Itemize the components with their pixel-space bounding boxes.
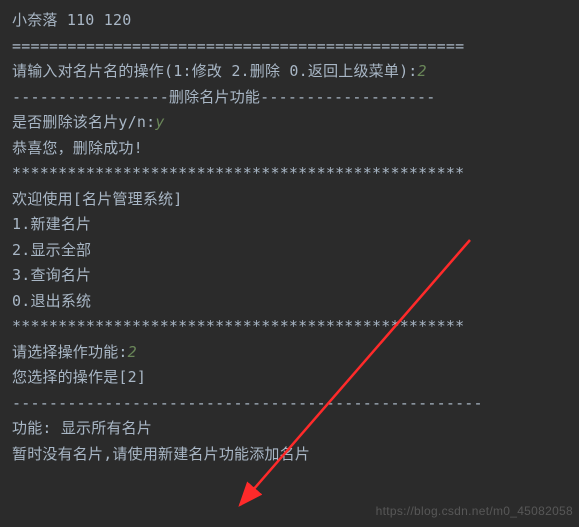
- choose-input[interactable]: 2: [128, 343, 137, 361]
- your-choice: 您选择的操作是[2]: [12, 365, 567, 391]
- menu-item-0: 0.退出系统: [12, 289, 567, 315]
- no-card-message: 暂时没有名片,请使用新建名片功能添加名片: [12, 442, 567, 468]
- operation-prompt-line: 请输入对名片名的操作(1:修改 2.删除 0.返回上级菜单):2: [12, 59, 567, 85]
- operation-prompt: 请输入对名片名的操作(1:修改 2.删除 0.返回上级菜单):: [12, 62, 418, 80]
- card-num2: 120: [104, 11, 132, 29]
- operation-input[interactable]: 2: [418, 62, 427, 80]
- card-info-line: 小奈落 110 120: [12, 8, 567, 34]
- watermark-text: https://blog.csdn.net/m0_45082058: [376, 501, 573, 521]
- choose-prompt: 请选择操作功能:: [12, 343, 128, 361]
- menu-item-1: 1.新建名片: [12, 212, 567, 238]
- menu-item-2: 2.显示全部: [12, 238, 567, 264]
- delete-success: 恭喜您，删除成功!: [12, 136, 567, 162]
- confirm-delete-prompt: 是否删除该名片y/n:: [12, 113, 155, 131]
- separator-dash: ----------------------------------------…: [12, 391, 567, 417]
- delete-header: -----------------删除名片功能-----------------…: [12, 85, 567, 111]
- confirm-delete-line: 是否删除该名片y/n:y: [12, 110, 567, 136]
- menu-item-3: 3.查询名片: [12, 263, 567, 289]
- separator-star-2: ****************************************…: [12, 314, 567, 340]
- separator-equals: ========================================…: [12, 34, 567, 60]
- welcome-text: 欢迎使用[名片管理系统]: [12, 187, 567, 213]
- confirm-delete-input[interactable]: y: [155, 113, 164, 131]
- choose-prompt-line: 请选择操作功能:2: [12, 340, 567, 366]
- card-name: 小奈落: [12, 11, 58, 29]
- function-title: 功能: 显示所有名片: [12, 416, 567, 442]
- separator-star-1: ****************************************…: [12, 161, 567, 187]
- card-num1: 110: [67, 11, 95, 29]
